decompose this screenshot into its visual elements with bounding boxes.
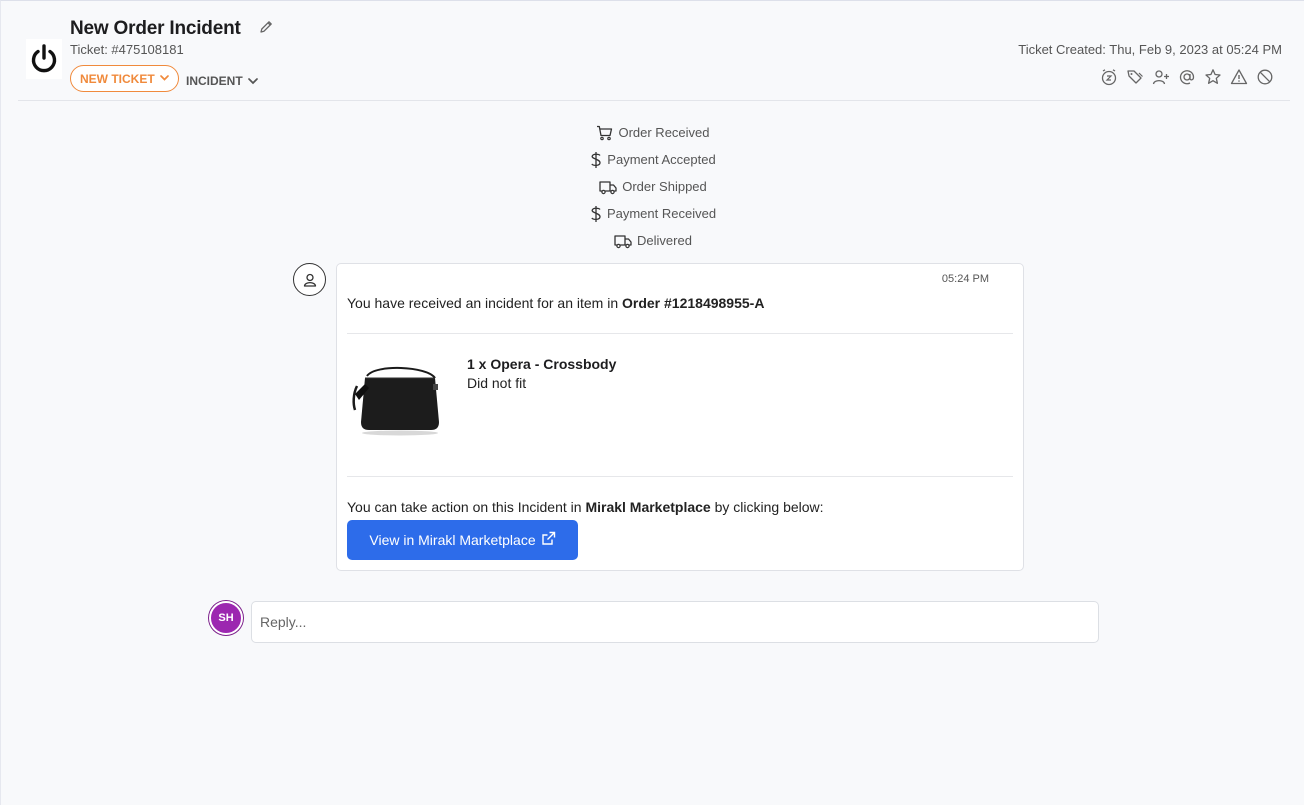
view-in-marketplace-button[interactable]: View in Mirakl Marketplace: [347, 520, 578, 560]
mention-icon[interactable]: [1177, 67, 1196, 86]
timeline-item: Order Shipped: [599, 173, 707, 200]
dollar-icon: [590, 151, 602, 169]
ticket-id: Ticket: #475108181: [70, 42, 184, 57]
status-dropdown[interactable]: NEW TICKET: [70, 65, 179, 92]
incident-intro: You have received an incident for an ite…: [347, 295, 764, 311]
external-link-icon: [541, 531, 556, 549]
truck-icon: [599, 179, 617, 195]
assign-user-icon[interactable]: [1151, 67, 1170, 86]
user-avatar: SH: [209, 601, 243, 635]
ticket-header: New Order Incident Ticket: #475108181 NE…: [18, 1, 1290, 101]
reply-input[interactable]: [251, 601, 1099, 643]
timeline-label: Payment Received: [606, 206, 717, 221]
divider: [347, 333, 1013, 334]
edit-pencil-icon[interactable]: [258, 19, 274, 35]
warning-icon[interactable]: [1229, 67, 1248, 86]
incident-message-card: 05:24 PM You have received an incident f…: [336, 263, 1024, 571]
timeline-item: Delivered: [614, 227, 692, 254]
timeline-label: Payment Accepted: [607, 152, 716, 167]
timeline-label: Order Shipped: [622, 179, 707, 194]
ticket-type-dropdown[interactable]: INCIDENT: [186, 71, 259, 90]
block-icon[interactable]: [1255, 67, 1274, 86]
action-post-text: by clicking below:: [710, 499, 824, 515]
order-number: Order #1218498955-A: [622, 295, 765, 311]
timeline-label: Delivered: [637, 233, 692, 248]
cart-icon: [596, 125, 613, 141]
timeline-item: Payment Accepted: [590, 146, 716, 173]
marketplace-name: Mirakl Marketplace: [585, 499, 711, 515]
view-button-label: View in Mirakl Marketplace: [369, 532, 536, 548]
snooze-icon[interactable]: [1099, 67, 1118, 86]
page-title: New Order Incident: [70, 18, 241, 39]
power-logo-icon: [26, 39, 62, 79]
order-timeline: Order Received Payment Accepted Order Sh…: [1, 119, 1304, 254]
ticket-created-date: Ticket Created: Thu, Feb 9, 2023 at 05:2…: [1018, 42, 1282, 57]
timeline-item: Payment Received: [590, 200, 716, 227]
dollar-icon: [590, 205, 602, 223]
system-avatar: [293, 263, 326, 296]
ticket-type-label: INCIDENT: [186, 73, 243, 88]
truck-icon: [614, 233, 632, 249]
product-name: 1 x Opera - Crossbody: [467, 356, 617, 372]
message-timestamp: 05:24 PM: [941, 273, 989, 285]
star-icon[interactable]: [1203, 67, 1222, 86]
chevron-down-icon: [247, 75, 259, 90]
incident-reason: Did not fit: [467, 375, 527, 391]
product-image: [349, 354, 449, 454]
ticket-toolbar: [1099, 67, 1274, 86]
timeline-item: Order Received: [596, 119, 710, 146]
divider: [347, 476, 1013, 477]
action-instructions: You can take action on this Incident in …: [347, 499, 824, 515]
tag-icon[interactable]: [1125, 67, 1144, 86]
action-pre-text: You can take action on this Incident in: [347, 499, 586, 515]
status-label: NEW TICKET: [80, 71, 155, 86]
chevron-down-icon: [159, 72, 170, 86]
intro-text: You have received an incident for an ite…: [347, 295, 622, 311]
user-icon: [303, 273, 316, 287]
timeline-label: Order Received: [618, 125, 710, 140]
